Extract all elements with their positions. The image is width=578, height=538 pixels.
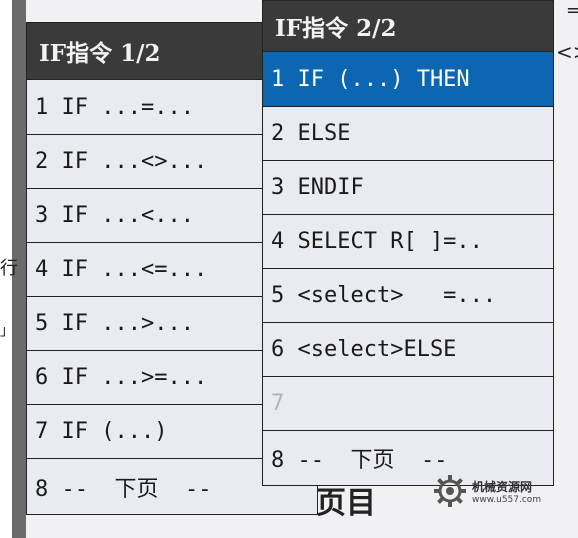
if-menu-2-item-4[interactable]: 4 SELECT R[ ]=.. [263, 214, 553, 268]
if-menu-2-item-7: 7 [263, 376, 553, 430]
if-menu-2-item-5[interactable]: 5 <select> =... [263, 268, 553, 322]
watermark-name: 机械资源网 [472, 479, 533, 494]
bg-fragment-left-1: 行 [0, 258, 18, 279]
gear-icon [434, 475, 466, 507]
if-menu-page-2: IF指令 2/2 1 IF (...) THEN 2 ELSE 3 ENDIF … [262, 0, 554, 486]
if-menu-2-item-6[interactable]: 6 <select>ELSE [263, 322, 553, 376]
if-menu-2-item-1[interactable]: 1 IF (...) THEN [263, 51, 553, 106]
bg-fragment-top-right-1: = [566, 0, 578, 21]
if-menu-2-item-2[interactable]: 2 ELSE [263, 106, 553, 160]
bg-fragment-top-right-2: <> [556, 40, 578, 64]
if-menu-page-2-title: IF指令 2/2 [263, 1, 553, 51]
watermark: 机械资源网 www.u557.com [432, 473, 541, 509]
if-menu-2-item-3[interactable]: 3 ENDIF [263, 160, 553, 214]
watermark-url: www.u557.com [472, 494, 542, 505]
bg-fragment-left-2: 」 [0, 323, 14, 339]
